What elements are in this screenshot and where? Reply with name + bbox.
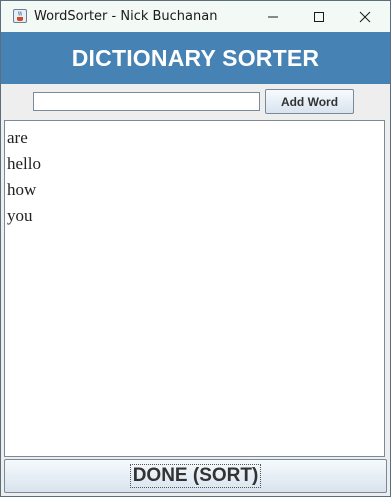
word-input[interactable]: [33, 92, 260, 111]
list-item[interactable]: how: [7, 177, 384, 203]
java-cup-icon: [12, 8, 28, 24]
window-title: WordSorter - Nick Buchanan: [34, 9, 218, 24]
list-item[interactable]: you: [7, 203, 384, 229]
input-row: Add Word: [1, 84, 390, 120]
maximize-icon: [314, 12, 324, 22]
close-button[interactable]: [342, 1, 388, 32]
add-word-button[interactable]: Add Word: [265, 89, 354, 114]
minimize-button[interactable]: [250, 1, 296, 32]
page-title: DICTIONARY SORTER: [71, 44, 320, 71]
app-window: WordSorter - Nick Buchanan DICTIONARY SO…: [0, 0, 391, 497]
list-item[interactable]: hello: [7, 151, 384, 177]
done-sort-button[interactable]: DONE (SORT): [4, 459, 387, 493]
close-icon: [359, 11, 371, 23]
list-item[interactable]: are: [7, 125, 384, 151]
title-bar[interactable]: WordSorter - Nick Buchanan: [1, 1, 390, 32]
done-sort-label: DONE (SORT): [129, 464, 262, 488]
header-banner: DICTIONARY SORTER: [1, 32, 390, 84]
maximize-button[interactable]: [296, 1, 342, 32]
minimize-icon: [268, 16, 278, 18]
word-list[interactable]: are hello how you: [4, 120, 385, 457]
